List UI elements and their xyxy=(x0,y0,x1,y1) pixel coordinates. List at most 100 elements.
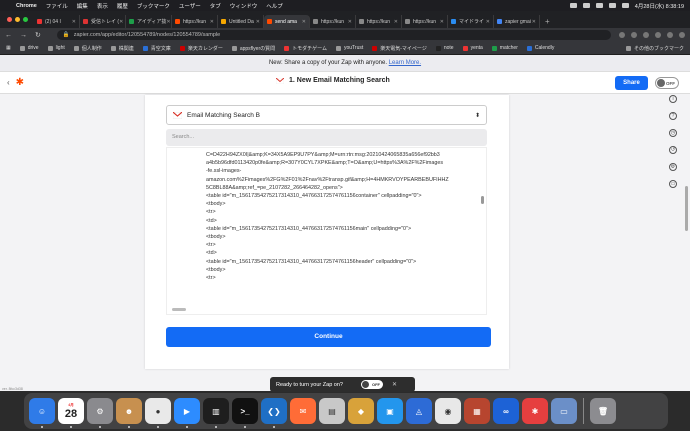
menu-user[interactable]: ユーザー xyxy=(179,2,201,10)
zapier-logo-icon[interactable]: ✱ xyxy=(16,77,24,88)
menu-bookmarks[interactable]: ブックマーク xyxy=(137,2,170,10)
close-tab-icon[interactable]: ✕ xyxy=(394,19,398,25)
search-icon[interactable] xyxy=(621,3,629,8)
browser-tab[interactable]: (2) 04 I ✕ xyxy=(34,15,80,28)
search-input[interactable]: Search... xyxy=(166,129,487,146)
bookmark-item[interactable]: 株関連 xyxy=(110,45,134,52)
menu-tab[interactable]: タブ xyxy=(210,2,221,10)
clock-icon[interactable]: ◷ xyxy=(669,129,677,137)
continue-button[interactable]: Continue xyxy=(166,327,491,347)
dock-trash-icon[interactable]: 🗑 xyxy=(590,398,616,424)
dock-docker-icon[interactable]: ▣ xyxy=(377,398,403,424)
close-tab-icon[interactable]: ✕ xyxy=(348,19,352,25)
address-bar[interactable]: 🔒 zapier.com/app/editor/120554789/nodes/… xyxy=(56,30,611,40)
close-tab-icon[interactable]: ✕ xyxy=(256,19,260,25)
menu-history[interactable]: 履歴 xyxy=(117,2,128,10)
close-icon[interactable]: ✕ xyxy=(392,381,397,388)
bookmark-item[interactable]: トモダチゲーム xyxy=(284,45,327,52)
history-icon[interactable]: ↺ xyxy=(669,146,677,154)
status-app-icon[interactable] xyxy=(569,3,577,8)
status-app-icon[interactable] xyxy=(582,3,590,8)
browser-tab[interactable]: https://kun ✕ xyxy=(356,15,402,28)
chat-icon[interactable]: ▭ xyxy=(669,180,677,188)
dock-contacts-icon[interactable]: ☻ xyxy=(116,398,142,428)
horizontal-scrollbar[interactable] xyxy=(172,308,186,311)
bookmark-item[interactable]: youTrust xyxy=(335,45,363,51)
dock-infinity-icon[interactable]: ∞ xyxy=(493,398,519,424)
dock-screenshot-icon[interactable]: ▭ xyxy=(551,398,577,424)
browser-tab[interactable]: https://kun ✕ xyxy=(172,15,218,28)
menu-file[interactable]: ファイル xyxy=(46,2,68,10)
sample-data-view[interactable]: C=D422H94ZX0I|&amp;K=34X5A9EP9U7PY&amp;M… xyxy=(166,147,487,315)
bookmark-item[interactable]: light xyxy=(47,45,65,51)
help-icon[interactable]: ? xyxy=(669,112,677,120)
browser-tab[interactable]: https://kun ✕ xyxy=(310,15,356,28)
bookmark-item[interactable]: 楽天電気-マイページ xyxy=(372,45,427,52)
dock-preview-icon[interactable]: ▦ xyxy=(464,398,490,424)
bookmark-item[interactable]: 楽天カレンダー xyxy=(179,45,223,52)
sample-selector[interactable]: Email Matching Search B ⬍ xyxy=(166,105,487,125)
bookmark-item[interactable]: 青空文庫 xyxy=(142,45,171,52)
back-arrow-icon[interactable]: ← xyxy=(5,32,12,39)
dock-chrome-icon[interactable]: ● xyxy=(145,398,171,428)
wifi-icon[interactable] xyxy=(608,3,616,8)
close-tab-icon[interactable]: ✕ xyxy=(72,19,76,25)
dock-zoom-icon[interactable]: ▶ xyxy=(174,398,200,428)
dock-vscode-icon[interactable]: ❮❯ xyxy=(261,398,287,428)
learn-more-link[interactable]: Learn More. xyxy=(389,60,421,66)
close-window-icon[interactable] xyxy=(7,17,12,22)
bookmark-item[interactable]: note xyxy=(435,45,454,51)
dock-calendar-icon[interactable]: 4月 28 xyxy=(58,398,84,428)
dock-activity-monitor-icon[interactable]: ▥ xyxy=(203,398,229,428)
menu-window[interactable]: ウィンドウ xyxy=(230,2,258,10)
browser-tab[interactable]: マイドライ ✕ xyxy=(448,15,494,28)
dock-system-preferences-icon[interactable]: ⚙ xyxy=(87,398,113,428)
gear-icon[interactable]: ⚙ xyxy=(669,163,677,171)
dock-postman-icon[interactable]: ✉ xyxy=(290,398,316,424)
browser-tab[interactable]: Untitled Da ✕ xyxy=(218,15,264,28)
dock-cyberduck-icon[interactable]: ◆ xyxy=(348,398,374,424)
clock[interactable]: 4月28日(水) 8:38:19 xyxy=(635,2,684,10)
browser-tab[interactable]: send ama ✕ xyxy=(264,15,310,28)
extension-icon[interactable] xyxy=(643,32,649,38)
new-tab-icon[interactable]: + xyxy=(545,17,550,26)
close-tab-icon[interactable]: ✕ xyxy=(302,19,306,25)
extension-icon[interactable] xyxy=(655,32,661,38)
toast-toggle[interactable]: OFF xyxy=(360,380,383,389)
dock-sourcetree-icon[interactable]: ◬ xyxy=(406,398,432,424)
close-tab-icon[interactable]: ✕ xyxy=(210,19,214,25)
close-tab-icon[interactable]: ✕ xyxy=(532,19,536,25)
back-chevron-icon[interactable]: ‹ xyxy=(7,78,10,87)
dock-finder-icon[interactable]: ☺ xyxy=(29,398,55,428)
bookmark-item[interactable]: 個人制作 xyxy=(73,45,102,52)
close-tab-icon[interactable]: ✕ xyxy=(119,19,123,25)
browser-tab[interactable]: https://kun ✕ xyxy=(402,15,448,28)
dock-sequel-icon[interactable]: ▤ xyxy=(319,398,345,424)
minimize-window-icon[interactable] xyxy=(15,17,20,22)
close-tab-icon[interactable]: ✕ xyxy=(166,19,170,25)
more-menu-icon[interactable] xyxy=(679,32,685,38)
settings-icon[interactable]: i xyxy=(669,95,677,103)
inner-scrollbar[interactable] xyxy=(481,196,484,204)
battery-icon[interactable] xyxy=(595,3,603,8)
share-button[interactable]: Share xyxy=(615,76,648,90)
extension-icon[interactable] xyxy=(631,32,637,38)
reload-icon[interactable]: ↻ xyxy=(35,31,41,39)
maximize-window-icon[interactable] xyxy=(23,17,28,22)
menu-help[interactable]: ヘルプ xyxy=(266,2,283,10)
apps-grid-icon[interactable]: ▦ xyxy=(6,45,11,51)
close-tab-icon[interactable]: ✕ xyxy=(440,19,444,25)
dock-keychain-icon[interactable]: ◉ xyxy=(435,398,461,424)
dock-reminders-icon[interactable]: ✱ xyxy=(522,398,548,424)
menu-edit[interactable]: 編集 xyxy=(77,2,88,10)
dock-terminal-icon[interactable]: >_ xyxy=(232,398,258,428)
profile-avatar[interactable] xyxy=(667,32,673,38)
bookmark-item[interactable]: Calendly xyxy=(526,45,554,51)
browser-tab[interactable]: 受信トレイ (✕ xyxy=(80,15,126,28)
close-tab-icon[interactable]: ✕ xyxy=(486,19,490,25)
bookmark-item[interactable]: appsflyerの質問 xyxy=(231,45,275,52)
menu-app-name[interactable]: Chrome xyxy=(16,3,37,9)
bookmark-item[interactable]: drive xyxy=(19,45,39,51)
bookmark-item[interactable]: matcher xyxy=(491,45,518,51)
bookmark-item[interactable]: yenta xyxy=(462,45,483,51)
